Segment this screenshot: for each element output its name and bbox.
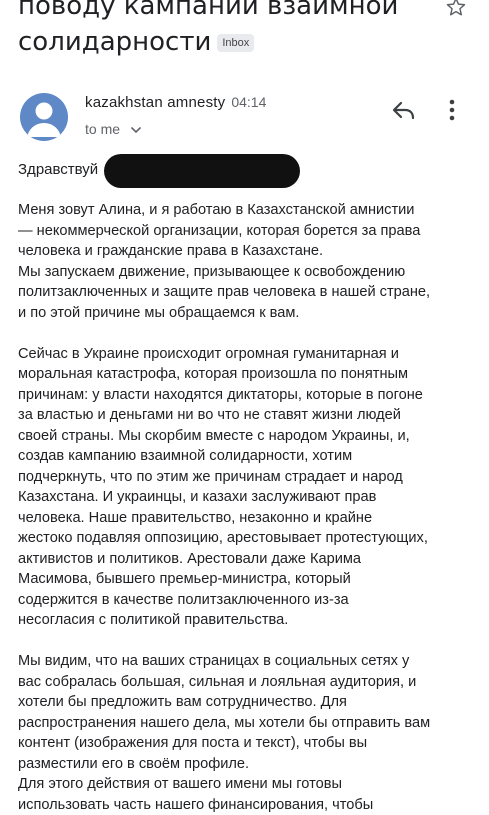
body-line: активистов и политиков. Арестовали даже …	[18, 549, 478, 570]
more-vertical-icon[interactable]	[440, 96, 464, 124]
star-icon[interactable]	[445, 0, 467, 18]
reply-icon[interactable]	[390, 98, 418, 122]
body-line: содержится в качестве политзаключенного …	[18, 590, 478, 611]
sent-time: 04:14	[231, 94, 266, 110]
paragraph-gap	[18, 323, 478, 344]
body-line: человека и гражданские права в Казахстан…	[18, 241, 478, 262]
email-subject: поводу кампании взаимной солидарности Inb…	[18, 0, 438, 60]
recipient-label: to me	[85, 121, 120, 137]
body-line: Сейчас в Украине происходит огромная гум…	[18, 344, 478, 365]
redaction-mark	[104, 154, 300, 188]
body-line: причинам: у власти находятся диктаторы, …	[18, 385, 478, 406]
inbox-label-badge[interactable]: Inbox	[217, 34, 254, 52]
body-line: — некоммерческой организации, которая бо…	[18, 221, 478, 242]
body-line: контент (изображения для поста и текст),…	[18, 733, 478, 754]
body-line: Казахстана. И украинцы, и казахи заслужи…	[18, 487, 478, 508]
body-line: Мы запускаем движение, призывающее к осв…	[18, 262, 478, 283]
email-greeting: Здравствуй	[18, 158, 98, 182]
subject-line-2: солидарности	[18, 27, 211, 57]
body-line: за властью и деньгами ни во что не ставя…	[18, 405, 478, 426]
sender-avatar[interactable]	[20, 93, 68, 141]
body-line: использовать часть нашего финансирования…	[18, 795, 478, 815]
body-line: подчеркнуть, что по этим же причинам стр…	[18, 467, 478, 488]
body-line: создав кампанию взаимной солидарности, х…	[18, 446, 478, 467]
body-line: Масимова, бывшего премьер-министра, кото…	[18, 569, 478, 590]
body-line: несогласия с политикой правительства.	[18, 610, 478, 631]
body-line: Мы видим, что на ваших страницах в социа…	[18, 651, 478, 672]
person-avatar-icon	[20, 93, 68, 141]
recipient-row[interactable]: to me	[85, 121, 142, 137]
body-line: вас собралась большая, сильная и лояльна…	[18, 672, 478, 693]
body-line: моральная катастрофа, которая произошла …	[18, 364, 478, 385]
body-line: Меня зовут Алина, и я работаю в Казахста…	[18, 200, 478, 221]
email-body: Меня зовут Алина, и я работаю в Казахста…	[18, 200, 478, 815]
subject-line-1: поводу кампании взаимной	[18, 0, 438, 24]
sender-info: kazakhstan amnesty 04:14	[85, 94, 266, 111]
body-line: политзаключенных и защите прав человека …	[18, 282, 478, 303]
body-line: Для этого действия от вашего имени мы го…	[18, 774, 478, 795]
body-line: человека. Наше правительство, незаконно …	[18, 508, 478, 529]
body-line: хотели бы предложить вам сотрудничество.…	[18, 692, 478, 713]
sender-name[interactable]: kazakhstan amnesty	[85, 94, 225, 111]
chevron-down-icon[interactable]	[130, 125, 142, 135]
body-line: разместили его в своём профиле.	[18, 754, 478, 775]
body-line: жестоко подавляя оппозицию, арестовывает…	[18, 528, 478, 549]
paragraph-gap	[18, 631, 478, 652]
body-line: своей страны. Мы скорбим вместе с народо…	[18, 426, 478, 447]
body-line: распространения нашего дела, мы хотели б…	[18, 713, 478, 734]
body-line: и по этой причине мы обращаемся к вам.	[18, 303, 478, 324]
